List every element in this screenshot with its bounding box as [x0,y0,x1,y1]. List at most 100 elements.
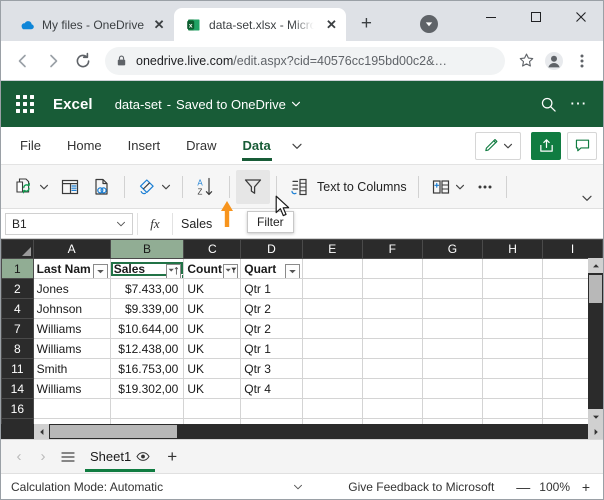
cell-e16[interactable] [302,399,362,419]
all-sheets-hamburger-icon[interactable] [55,445,81,469]
download-indicator-icon[interactable] [420,15,438,33]
vertical-scrollbar[interactable] [588,258,603,424]
cell-b16[interactable] [110,399,184,419]
cell-c1[interactable]: Count [184,259,241,279]
name-box[interactable]: B1 [5,213,133,235]
cell-b4[interactable]: $9.339,00 [110,299,184,319]
horizontal-scroll-thumb[interactable] [50,425,177,438]
cell-a1[interactable]: Last Nam [33,259,110,279]
row-header-8[interactable]: 8 [2,339,34,359]
filter-dropdown-b-sorted-asc[interactable] [166,264,181,279]
cell-e7[interactable] [302,319,362,339]
cell-g14[interactable] [422,379,482,399]
comments-button[interactable] [567,132,597,160]
cell-b8[interactable]: $12.438,00 [110,339,184,359]
excel-brand-label[interactable]: Excel [53,96,93,113]
row-header-4[interactable]: 4 [2,299,34,319]
scroll-left-arrow-icon[interactable] [34,424,49,439]
cell-a14[interactable]: Williams [33,379,110,399]
cell-f2[interactable] [362,279,422,299]
cell-e1[interactable] [302,259,362,279]
browser-tab-excel[interactable]: x data-set.xlsx - Micro ✕ [174,8,346,41]
column-header-c[interactable]: C [184,240,241,259]
cell-f14[interactable] [362,379,422,399]
document-title[interactable]: data-set - Saved to OneDrive [115,97,301,112]
cell-d16[interactable] [241,399,303,419]
cell-a4[interactable]: Johnson [33,299,110,319]
horizontal-scrollbar[interactable] [34,424,603,439]
previous-sheet-button[interactable]: ‹ [7,445,31,469]
cell-g8[interactable] [422,339,482,359]
cell-c8[interactable]: UK [184,339,241,359]
zoom-in-button[interactable]: + [579,479,593,495]
sort-filter-group-button[interactable] [131,170,176,204]
column-header-f[interactable]: F [362,240,422,259]
calculation-mode-control[interactable]: Calculation Mode: Automatic [11,480,163,494]
window-minimize-button[interactable] [468,1,513,33]
search-icon[interactable] [533,89,563,119]
cell-a11[interactable]: Smith [33,359,110,379]
row-header-1[interactable]: 1 [2,259,34,279]
cell-f1[interactable] [362,259,422,279]
next-sheet-button[interactable]: › [31,445,55,469]
row-header-14[interactable]: 14 [2,379,34,399]
cell-h11[interactable] [483,359,543,379]
ribbon-collapse-chevron-down-icon[interactable] [577,189,597,207]
cell-e14[interactable] [302,379,362,399]
cell-f4[interactable] [362,299,422,319]
chevron-down-icon[interactable] [291,99,301,109]
vertical-scroll-thumb[interactable] [589,275,602,303]
cell-e2[interactable] [302,279,362,299]
chevron-down-icon[interactable] [455,182,465,192]
column-header-h[interactable]: H [483,240,543,259]
cell-c4[interactable]: UK [184,299,241,319]
workbook-links-button[interactable] [86,170,118,204]
cell-g16[interactable] [422,399,482,419]
close-icon[interactable]: ✕ [151,17,167,33]
cell-a8[interactable]: Williams [33,339,110,359]
cell-f16[interactable] [362,399,422,419]
cell-d7[interactable]: Qtr 2 [241,319,303,339]
refresh-all-button[interactable] [9,170,54,204]
cell-b11[interactable]: $16.753,00 [110,359,184,379]
cell-f8[interactable] [362,339,422,359]
scroll-up-arrow-icon[interactable] [588,258,603,273]
close-icon[interactable]: ✕ [323,17,339,33]
scroll-down-arrow-icon[interactable] [588,409,603,424]
scroll-right-arrow-icon[interactable] [588,424,603,439]
cell-e8[interactable] [302,339,362,359]
column-header-g[interactable]: G [422,240,482,259]
feedback-link[interactable]: Give Feedback to Microsoft [348,480,494,494]
cell-d11[interactable]: Qtr 3 [241,359,303,379]
cell-f7[interactable] [362,319,422,339]
cell-g2[interactable] [422,279,482,299]
cell-h8[interactable] [483,339,543,359]
insert-function-button[interactable]: fx [137,213,173,235]
cell-b2[interactable]: $7.433,00 [110,279,184,299]
calculation-mode-chevron-down-icon[interactable] [293,482,303,492]
zoom-level-label[interactable]: 100% [539,480,570,494]
cell-d2[interactable]: Qtr 1 [241,279,303,299]
chevron-down-icon[interactable] [39,182,49,192]
ribbon-tab-file[interactable]: File [7,128,54,164]
kebab-menu-icon[interactable] [569,48,595,74]
window-maximize-button[interactable] [513,1,558,33]
select-all-corner[interactable] [2,240,34,259]
ribbon-tab-data[interactable]: Data [230,128,284,164]
cell-b14[interactable]: $19.302,00 [110,379,184,399]
cell-c16[interactable] [184,399,241,419]
cell-d4[interactable]: Qtr 2 [241,299,303,319]
editing-mode-button[interactable] [475,132,521,160]
cell-a2[interactable]: Jones [33,279,110,299]
ribbon-tab-draw[interactable]: Draw [173,128,229,164]
cell-d8[interactable]: Qtr 1 [241,339,303,359]
cell-b1[interactable]: Sales [110,259,184,279]
column-header-a[interactable]: A [33,240,110,259]
new-tab-button[interactable]: + [352,10,380,38]
zoom-out-button[interactable]: — [516,479,530,495]
cell-e11[interactable] [302,359,362,379]
ribbon-tab-home[interactable]: Home [54,128,115,164]
sort-button[interactable]: A Z [189,170,223,204]
cell-e4[interactable] [302,299,362,319]
column-header-i[interactable]: I [543,240,603,259]
